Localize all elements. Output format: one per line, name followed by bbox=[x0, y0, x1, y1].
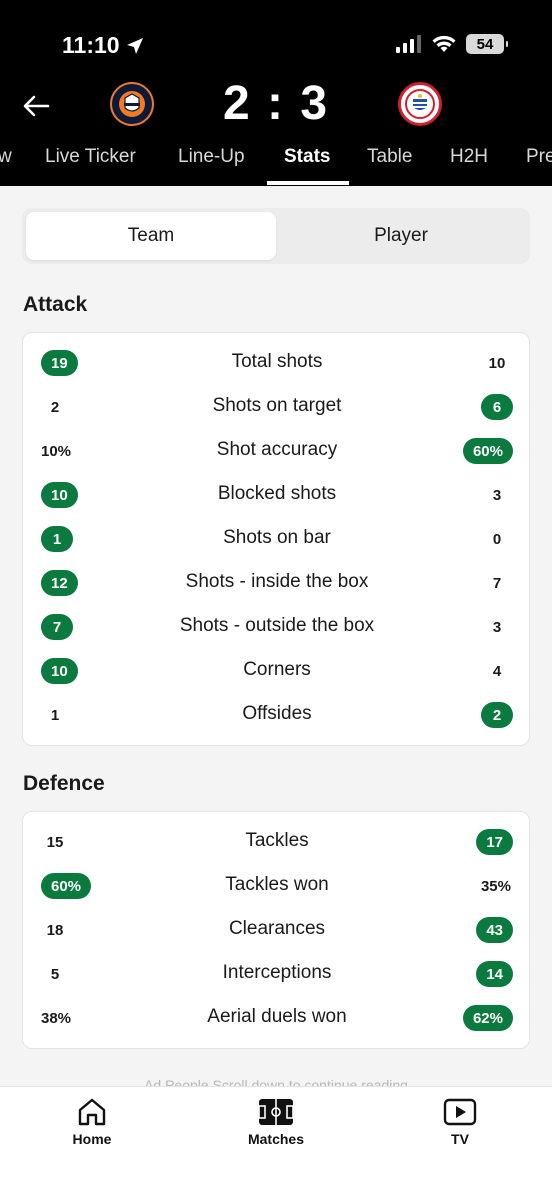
nav-tv-label: TV bbox=[451, 1131, 469, 1147]
stat-label: Aerial duels won bbox=[207, 1006, 347, 1027]
stat-row: Shots - outside the box 7 3 bbox=[23, 605, 531, 649]
stat-label: Total shots bbox=[231, 351, 323, 372]
stat-row: Clearances 18 43 bbox=[23, 908, 531, 952]
tab-stats[interactable]: Stats bbox=[284, 146, 330, 168]
score-row: 2 : 3 bbox=[0, 76, 552, 136]
player-toggle-button[interactable]: Player bbox=[276, 212, 526, 260]
stat-row: Total shots 19 10 bbox=[23, 341, 531, 385]
pitch-icon bbox=[258, 1099, 294, 1125]
away-stat-value: 2 bbox=[481, 702, 513, 728]
nav-home-label: Home bbox=[72, 1131, 112, 1147]
stat-row: Shots on target 2 6 bbox=[23, 385, 531, 429]
status-time: 11:10 bbox=[62, 32, 144, 59]
away-stat-value: 7 bbox=[492, 574, 502, 592]
home-stat-value: 19 bbox=[41, 350, 78, 376]
stat-label: Shots on bar bbox=[223, 527, 331, 548]
stat-label: Interceptions bbox=[222, 962, 332, 983]
status-indicators: 54 bbox=[396, 34, 508, 54]
away-stat-value: 6 bbox=[481, 394, 513, 420]
home-stat-value: 12 bbox=[41, 570, 78, 596]
away-stat-value: 10 bbox=[488, 354, 506, 372]
away-stat-value: 3 bbox=[492, 486, 502, 504]
home-stat-value: 18 bbox=[46, 921, 64, 939]
stat-row: Aerial duels won 38% 62% bbox=[23, 996, 531, 1040]
away-stat-value: 4 bbox=[492, 662, 502, 680]
home-stat-value: 60% bbox=[41, 873, 92, 899]
away-stat-value: 14 bbox=[476, 961, 513, 987]
home-icon bbox=[78, 1098, 106, 1126]
attack-section-title: Attack bbox=[23, 293, 88, 316]
stat-row: Interceptions 5 14 bbox=[23, 952, 531, 996]
away-stat-value: 60% bbox=[462, 438, 513, 464]
stat-label: Shot accuracy bbox=[216, 439, 338, 460]
stat-label: Tackles won bbox=[225, 874, 329, 895]
stat-row: Corners 10 4 bbox=[23, 649, 531, 693]
attack-stats-card: Total shots 19 10 Shots on target 2 6 Shot acc… bbox=[22, 332, 530, 746]
stat-row: Shot accuracy 10% 60% bbox=[23, 429, 531, 473]
stats-content: Team Player Attack Total shots 19 10 Shots … bbox=[0, 186, 552, 1086]
home-stat-value: 10% bbox=[41, 442, 72, 460]
tab-h2h[interactable]: H2H bbox=[450, 146, 488, 168]
stat-label: Shots - outside the box bbox=[179, 615, 375, 636]
away-stat-value: 17 bbox=[476, 829, 513, 855]
away-stat-value: 62% bbox=[462, 1005, 513, 1031]
home-stat-value: 15 bbox=[46, 833, 64, 851]
tab-preview[interactable]: Pre bbox=[526, 146, 552, 168]
stat-row: Offsides 1 2 bbox=[23, 693, 531, 737]
team-toggle-button[interactable]: Team bbox=[26, 212, 276, 260]
stat-label: Shots on target bbox=[212, 395, 342, 416]
battery-icon: 54 bbox=[466, 34, 508, 54]
active-tab-indicator bbox=[267, 181, 349, 185]
home-stat-value: 10 bbox=[41, 658, 78, 684]
stat-row: Tackles 15 17 bbox=[23, 820, 531, 864]
stat-label: Clearances bbox=[228, 918, 326, 939]
home-stat-value: 7 bbox=[41, 614, 73, 640]
tab-table[interactable]: Table bbox=[367, 146, 412, 168]
tab-line-up[interactable]: Line-Up bbox=[178, 146, 245, 168]
nav-tv[interactable]: TV bbox=[410, 1097, 510, 1147]
stat-row: Blocked shots 10 3 bbox=[23, 473, 531, 517]
nav-matches-label: Matches bbox=[247, 1131, 305, 1147]
stat-label: Blocked shots bbox=[217, 483, 337, 504]
signal-icon bbox=[396, 35, 421, 53]
match-score: 2 : 3 bbox=[222, 77, 330, 130]
team-player-toggle: Team Player bbox=[22, 208, 530, 264]
battery-level: 54 bbox=[476, 35, 494, 53]
stat-label: Offsides bbox=[242, 703, 312, 724]
stat-label: Shots - inside the box bbox=[185, 571, 369, 592]
wifi-icon bbox=[432, 35, 456, 52]
location-arrow-icon bbox=[126, 37, 143, 54]
defence-stats-card: Tackles 15 17 Tackles won 60% 35% Clearances 18… bbox=[22, 811, 530, 1049]
home-stat-value: 2 bbox=[50, 398, 60, 416]
time-text: 11:10 bbox=[62, 32, 120, 58]
away-stat-value: 35% bbox=[480, 877, 511, 895]
away-stat-value: 3 bbox=[492, 618, 502, 636]
away-crest-icon bbox=[405, 89, 435, 119]
status-bar: 11:10 54 bbox=[0, 28, 552, 64]
home-stat-value: 1 bbox=[41, 526, 73, 552]
match-tabs: w Live Ticker Line-Up Stats Table H2H Pr… bbox=[0, 140, 552, 186]
tab-live-ticker[interactable]: Live Ticker bbox=[45, 146, 136, 168]
stat-row: Shots - inside the box 12 7 bbox=[23, 561, 531, 605]
home-stat-value: 5 bbox=[50, 965, 60, 983]
stat-row: Tackles won 60% 35% bbox=[23, 864, 531, 908]
home-stat-value: 38% bbox=[41, 1009, 72, 1027]
home-stat-value: 1 bbox=[50, 706, 60, 724]
tv-play-icon bbox=[443, 1098, 477, 1126]
match-header: 11:10 54 2: 3 w Live Ticker Line-Up Sta… bbox=[0, 0, 552, 186]
away-stat-value: 0 bbox=[492, 530, 502, 548]
nav-home[interactable]: Home bbox=[42, 1097, 142, 1147]
stat-label: Tackles bbox=[245, 830, 309, 851]
away-stat-value: 43 bbox=[476, 917, 513, 943]
defence-section-title: Defence bbox=[23, 772, 105, 795]
stat-row: Shots on bar 1 0 bbox=[23, 517, 531, 561]
stat-label: Corners bbox=[243, 659, 311, 680]
nav-matches[interactable]: Matches bbox=[226, 1097, 326, 1147]
home-stat-value: 10 bbox=[41, 482, 78, 508]
tab-overview[interactable]: w bbox=[0, 146, 12, 168]
away-team-crest[interactable] bbox=[398, 82, 442, 126]
bottom-navigation: Home Matches TV bbox=[0, 1086, 552, 1200]
